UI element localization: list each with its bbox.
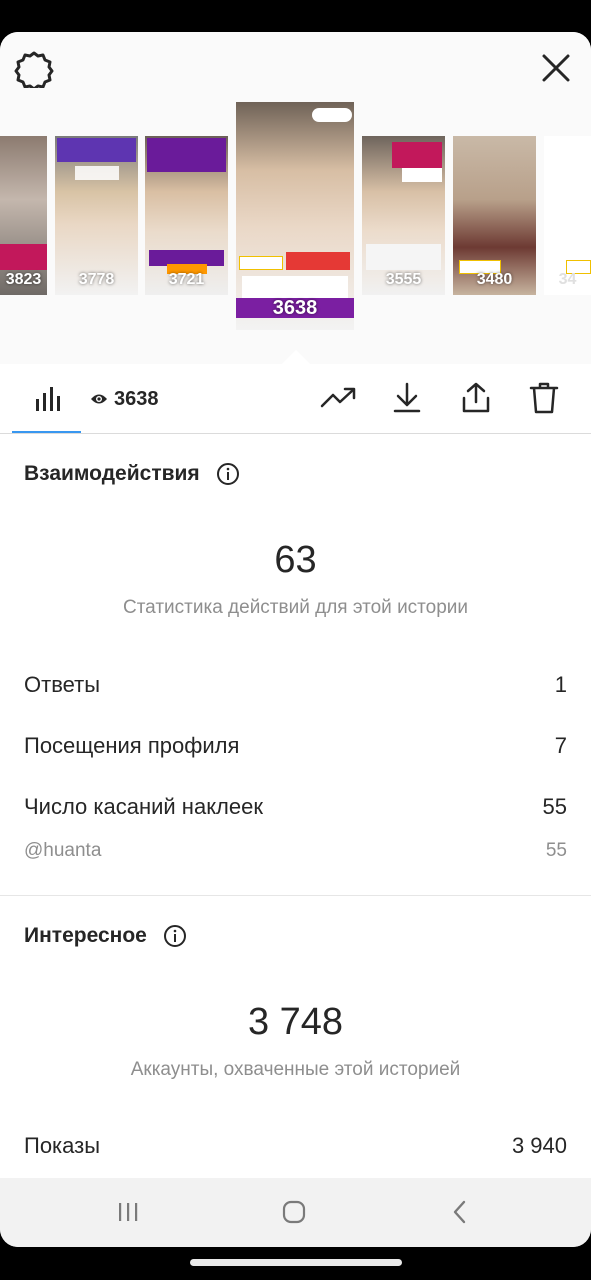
interactions-total: 63 (274, 539, 317, 581)
story-views: 3823 (5, 271, 42, 288)
info-icon[interactable] (216, 462, 240, 486)
story-thumbnail[interactable]: 3721 (145, 136, 228, 295)
story-views: 3555 (385, 271, 422, 288)
settings-button[interactable] (14, 48, 54, 91)
info-icon[interactable] (163, 924, 187, 948)
stat-label: @huanta (24, 840, 102, 861)
story-thumbnail[interactable]: 3555 (362, 136, 445, 295)
stat-row-sticker-taps: Число касаний наклеек 55 (24, 794, 567, 820)
recent-apps-icon (119, 1203, 138, 1221)
story-insights-screen: 3823 3778 3721 3638 3555 3480 34 3638 Вз… (0, 32, 591, 1247)
views-count: 3638 (114, 387, 159, 410)
stat-row-profile-visits: Посещения профиля 7 (24, 733, 567, 759)
discovery-total: 3 748 (247, 1001, 344, 1043)
discovery-heading: Интересное (24, 924, 187, 948)
back-button[interactable] (438, 1192, 482, 1232)
tab-viewers[interactable]: 3638 (90, 364, 159, 434)
stat-row-sticker-mention: @huanta 55 (24, 840, 567, 862)
story-thumbnail[interactable]: 3778 (55, 136, 138, 295)
story-views: 34 (558, 271, 577, 288)
share-icon (462, 382, 490, 413)
story-thumbnail[interactable]: 3480 (453, 136, 536, 295)
gear-icon (14, 51, 54, 91)
close-icon (542, 54, 570, 82)
stat-label: Показы (24, 1133, 101, 1158)
stat-value: 3 940 (511, 1133, 567, 1158)
download-icon (393, 382, 421, 413)
back-icon (453, 1200, 466, 1224)
interactions-heading: Взаимодействия (24, 462, 240, 486)
download-button[interactable] (387, 378, 427, 418)
trending-up-icon (320, 387, 356, 408)
stat-label: Посещения профиля (24, 733, 240, 758)
interactions-title: Взаимодействия (24, 462, 200, 485)
interactions-caption: Статистика действий для этой истории (122, 597, 469, 618)
story-carousel-area: 3823 3778 3721 3638 3555 3480 34 (0, 32, 591, 364)
stat-row-replies: Ответы 1 (24, 672, 567, 698)
story-views: 3480 (476, 271, 513, 288)
system-navigation-bar (0, 1178, 591, 1247)
home-icon (282, 1200, 306, 1224)
close-button[interactable] (536, 48, 576, 88)
delete-button[interactable] (524, 378, 564, 418)
stat-value: 55 (542, 794, 567, 819)
story-views: 3721 (168, 271, 205, 288)
discovery-caption: Аккаунты, охваченные этой историей (130, 1059, 461, 1080)
discovery-title: Интересное (24, 924, 147, 947)
promote-button[interactable] (318, 378, 358, 418)
home-button[interactable] (272, 1192, 316, 1232)
stat-label: Число касаний наклеек (24, 794, 263, 819)
tab-insights[interactable] (12, 364, 81, 434)
stat-value: 1 (554, 672, 567, 697)
section-divider (0, 895, 591, 896)
selected-story-pointer (282, 350, 310, 364)
stat-value: 7 (554, 733, 567, 758)
gesture-bar (190, 1259, 402, 1266)
story-views: 3638 (272, 297, 318, 319)
stat-row-impressions: Показы 3 940 (24, 1133, 567, 1159)
insights-toolbar: 3638 (0, 364, 591, 434)
eye-icon (91, 394, 107, 404)
share-button[interactable] (456, 378, 496, 418)
active-tab-indicator (12, 431, 81, 433)
trash-icon (529, 382, 559, 414)
story-thumbnail-selected[interactable]: 3638 (236, 102, 354, 330)
stat-value: 55 (545, 840, 567, 861)
recent-apps-button[interactable] (106, 1192, 150, 1232)
bar-chart-icon (35, 387, 60, 411)
stat-label: Ответы (24, 672, 101, 697)
story-thumbnail[interactable]: 3823 (0, 136, 47, 295)
story-views: 3778 (78, 271, 115, 288)
story-thumbnail[interactable]: 34 (544, 136, 591, 295)
